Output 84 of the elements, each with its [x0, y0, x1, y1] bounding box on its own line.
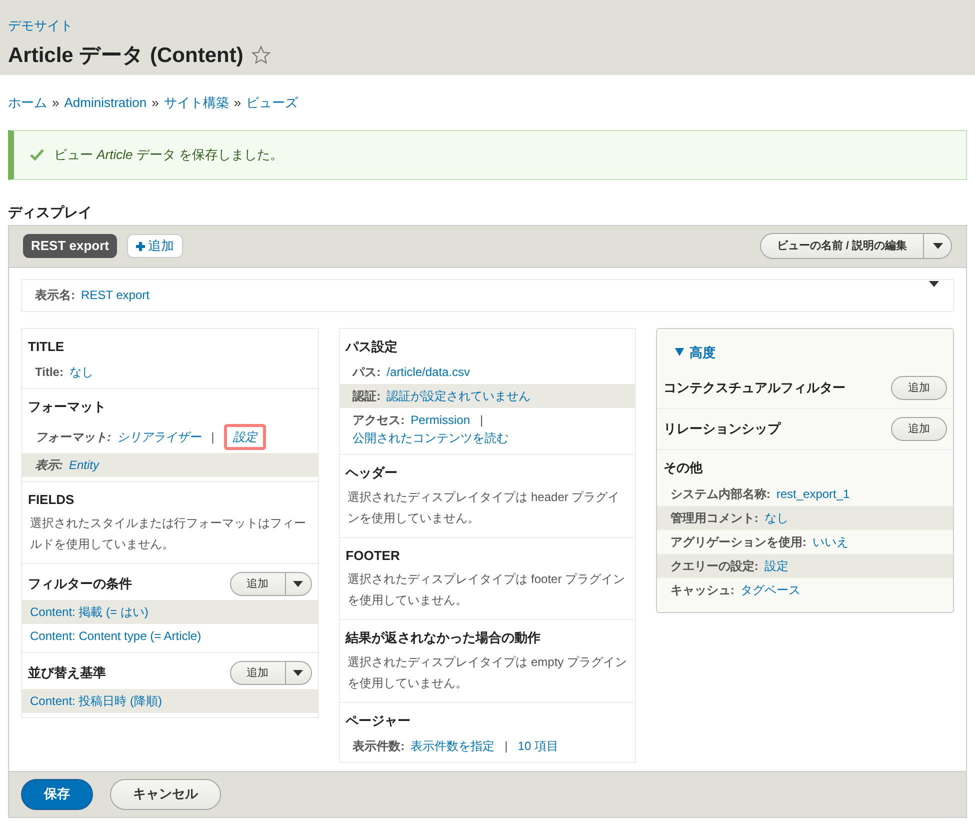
setting-link[interactable]: いいえ	[812, 532, 848, 550]
caret-icon	[293, 581, 304, 587]
add-button[interactable]: 追加	[230, 572, 286, 596]
description-text: 選択されたディスプレイタイプは empty プラグインを使用していません。	[346, 654, 628, 692]
plus-icon	[136, 242, 146, 250]
dropdown-toggle[interactable]	[924, 233, 952, 259]
site-name-link[interactable]: デモサイト	[8, 16, 967, 36]
setting-label: キャッシュ:	[670, 582, 734, 598]
section-title: ページャー	[346, 712, 411, 730]
setting-label: 認証:	[352, 388, 381, 405]
section-title: FIELDS	[28, 490, 74, 508]
edit-name-button[interactable]: ビューの名前 / 説明の編集	[760, 233, 924, 259]
setting-label: アクセス:	[352, 412, 405, 429]
add-button[interactable]: 追加	[230, 661, 286, 685]
page-title: Article データ (Content)	[8, 42, 244, 68]
filter-link[interactable]: Content: Content type (= Article)	[30, 629, 202, 643]
setting-link[interactable]: 10 項目	[518, 737, 558, 755]
filter-link[interactable]: Content: 投稿日時 (降順)	[30, 694, 162, 708]
separator-text: |	[504, 738, 508, 755]
breadcrumb-separator: »	[152, 94, 159, 112]
setting-link[interactable]: Permission	[410, 411, 470, 429]
separator-text: |	[480, 412, 484, 429]
setting-link[interactable]: シリアライザー	[117, 428, 201, 446]
separator-text: |	[211, 428, 214, 446]
caret-icon	[293, 670, 304, 676]
add-display-button[interactable]: 追加	[127, 234, 184, 258]
setting-link[interactable]: Entity	[69, 456, 100, 474]
breadcrumb-link[interactable]: ホーム	[8, 93, 47, 112]
setting-link[interactable]: 認証が設定されていません	[386, 387, 531, 405]
save-button[interactable]: 保存	[21, 778, 93, 810]
section-title: ヘッダー	[346, 464, 398, 482]
section-title: 並び替え基準	[28, 664, 106, 682]
setting-label: Title:	[35, 364, 64, 381]
add-button[interactable]: 追加	[891, 417, 948, 441]
breadcrumb-separator: »	[52, 94, 60, 112]
caret-icon	[929, 280, 939, 286]
section-title: 結果が返されなかった場合の動作	[346, 629, 541, 647]
setting-link[interactable]: 設定	[764, 556, 788, 574]
display-tab[interactable]: REST export	[23, 234, 118, 258]
setting-label: システム内部名称:	[670, 486, 770, 502]
filter-link[interactable]: Content: 掲載 (= はい)	[30, 605, 148, 619]
setting-label: アグリゲーションを使用:	[670, 534, 806, 550]
setting-label: フォーマット:	[35, 428, 111, 446]
setting-label: クエリーの設定:	[670, 558, 758, 574]
setting-label: パス:	[352, 364, 381, 381]
section-title: パス設定	[346, 338, 398, 356]
section-title: その他	[663, 459, 702, 477]
caret-icon	[932, 243, 942, 249]
breadcrumb-link[interactable]: Administration	[64, 93, 147, 112]
setting-link[interactable]: /article/data.csv	[386, 363, 470, 381]
section-heading: ディスプレイ	[7, 202, 93, 222]
setting-link[interactable]: 表示件数を指定	[410, 737, 495, 755]
triangle-icon	[675, 348, 684, 356]
setting-link[interactable]: 公開されたコンテンツを読む	[352, 429, 509, 447]
setting-link[interactable]: rest_export_1	[776, 484, 850, 502]
details-toggle[interactable]: 高度	[657, 328, 734, 368]
description-text: 選択されたディスプレイタイプは footer プラグインを使用していません。	[346, 571, 626, 609]
breadcrumb-link[interactable]: ビューズ	[246, 93, 298, 112]
section-title: リレーションシップ	[663, 420, 780, 438]
section-title: フォーマット	[28, 398, 106, 416]
description-text: 選択されたスタイルまたは行フォーマットはフィールドを使用していません。	[29, 515, 307, 553]
dropdown-toggle[interactable]	[286, 572, 312, 596]
setting-link[interactable]: なし	[764, 508, 788, 526]
star-icon[interactable]	[251, 45, 272, 66]
breadcrumb-link[interactable]: サイト構築	[164, 93, 229, 112]
setting-link[interactable]: なし	[69, 363, 94, 381]
setting-link[interactable]: 設定	[224, 424, 266, 450]
message-text: ビュー Article データ を保存しました。	[54, 146, 283, 164]
check-icon	[30, 148, 44, 160]
section-title: FOOTER	[346, 546, 400, 564]
display-name-link[interactable]: REST export	[81, 286, 150, 304]
section-title: フィルターの条件	[28, 575, 132, 594]
section-title: コンテクスチュアルフィルター	[663, 379, 846, 398]
setting-label: 管理用コメント:	[670, 510, 758, 526]
cancel-button[interactable]: キャンセル	[110, 778, 221, 810]
description-text: 選択されたディスプレイタイプは header プラグインを使用していません。	[346, 488, 621, 526]
add-button[interactable]: 追加	[891, 376, 948, 400]
section-title: TITLE	[28, 338, 64, 356]
setting-label: 表示件数:	[352, 738, 405, 755]
setting-link[interactable]: タグベース	[740, 580, 800, 598]
dropdown-toggle[interactable]	[286, 661, 312, 685]
display-name-label: 表示名:	[35, 287, 75, 304]
breadcrumb-separator: »	[234, 94, 242, 112]
setting-label: 表示:	[35, 456, 63, 474]
